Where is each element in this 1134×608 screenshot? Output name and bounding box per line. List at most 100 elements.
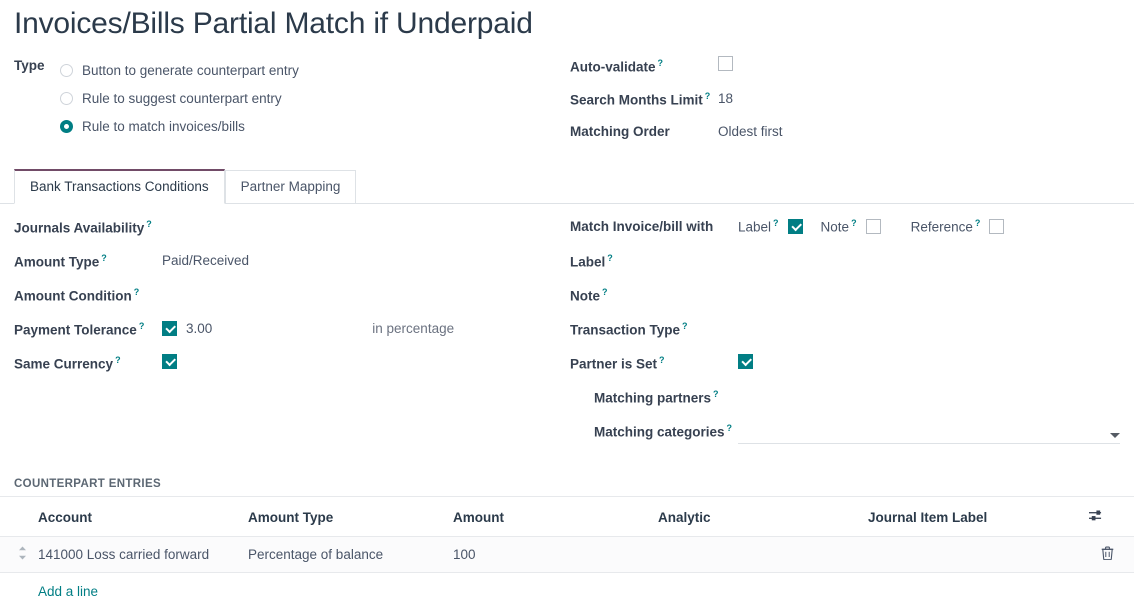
form-column-right: Auto-validate? Search Months Limit? 18 M… — [570, 56, 1134, 155]
table-row[interactable]: 141000 Loss carried forward Percentage o… — [0, 537, 1134, 573]
checkbox-match-label[interactable] — [788, 219, 803, 234]
column-header-account[interactable]: Account — [38, 497, 248, 537]
checkbox-partner-is-set[interactable] — [738, 354, 753, 369]
form-column-left: Type Button to generate counterpart entr… — [0, 56, 570, 155]
radio-option-rule-to-suggest[interactable]: Rule to suggest counterpart entry — [60, 84, 299, 112]
match-with-note-group: Note? — [821, 218, 881, 235]
help-icon[interactable]: ? — [727, 423, 733, 433]
label-text: Journals Availability — [14, 221, 144, 236]
radio-label: Rule to suggest counterpart entry — [82, 91, 282, 106]
help-icon[interactable]: ? — [851, 218, 857, 228]
field-auto-validate: Auto-validate? — [570, 56, 1134, 83]
field-match-invoice-bill-with: Match Invoice/bill with Label? Note? Ref… — [570, 218, 1134, 252]
checkbox-match-reference[interactable] — [989, 219, 1004, 234]
cell-amount[interactable]: 100 — [453, 537, 658, 573]
label-text: Auto-validate — [570, 60, 656, 75]
form-top-section: Type Button to generate counterpart entr… — [0, 42, 1134, 155]
value-payment-tolerance[interactable]: 3.00 — [186, 320, 212, 336]
help-icon[interactable]: ? — [115, 355, 121, 365]
label-text: Payment Tolerance — [14, 323, 137, 338]
column-header-analytic[interactable]: Analytic — [658, 497, 868, 537]
cell-account[interactable]: 141000 Loss carried forward — [38, 537, 248, 573]
cell-drag-handle[interactable] — [0, 537, 38, 573]
label-text: Note — [821, 220, 850, 235]
help-icon[interactable]: ? — [659, 355, 665, 365]
tab-panel-bank-transactions-conditions: Journals Availability? Amount Type? Paid… — [0, 204, 1134, 456]
field-label-label: Label? — [570, 252, 738, 270]
radio-option-button-to-generate[interactable]: Button to generate counterpart entry — [60, 56, 299, 84]
conditions-column-left: Journals Availability? Amount Type? Paid… — [0, 218, 570, 456]
value-search-months-limit[interactable]: 18 — [718, 89, 733, 106]
help-icon[interactable]: ? — [975, 218, 981, 228]
table-header: Account Amount Type Amount Analytic Jour… — [0, 497, 1134, 537]
column-header-journal-item-label[interactable]: Journal Item Label — [868, 497, 1088, 537]
column-header-amount-type[interactable]: Amount Type — [248, 497, 453, 537]
field-label-match-invoice-bill-with: Match Invoice/bill with — [570, 218, 738, 234]
tab-partner-mapping[interactable]: Partner Mapping — [225, 170, 357, 204]
field-matching-partners: Matching partners? — [570, 388, 1134, 422]
checkbox-auto-validate[interactable] — [718, 56, 733, 71]
help-icon[interactable]: ? — [607, 253, 613, 263]
field-label-matching-categories: Matching categories? — [570, 422, 738, 440]
drag-handle-icon[interactable] — [0, 546, 27, 563]
radio-icon-unselected[interactable] — [60, 64, 73, 77]
field-label-same-currency: Same Currency? — [14, 354, 162, 372]
cell-analytic[interactable] — [658, 537, 868, 573]
label-text: Note — [570, 289, 600, 304]
help-icon[interactable]: ? — [101, 253, 107, 263]
label-text: Search Months Limit — [570, 93, 703, 108]
tab-bank-transactions-conditions[interactable]: Bank Transactions Conditions — [14, 169, 225, 204]
column-header-amount[interactable]: Amount — [453, 497, 658, 537]
help-icon[interactable]: ? — [134, 287, 140, 297]
dropdown-matching-categories[interactable] — [738, 422, 1120, 444]
field-label-partner-is-set: Partner is Set? — [570, 354, 738, 372]
help-icon[interactable]: ? — [705, 91, 711, 101]
value-amount-type[interactable]: Paid/Received — [162, 252, 249, 268]
add-a-line-button[interactable]: Add a line — [38, 584, 98, 599]
sliders-icon[interactable] — [1088, 509, 1103, 525]
help-icon[interactable]: ? — [682, 321, 688, 331]
trash-icon[interactable] — [1101, 546, 1114, 563]
help-icon[interactable]: ? — [139, 321, 145, 331]
table-body: 141000 Loss carried forward Percentage o… — [0, 537, 1134, 608]
label-text: Amount Type — [14, 255, 99, 270]
radio-option-rule-to-match[interactable]: Rule to match invoices/bills — [60, 112, 299, 140]
radio-icon-unselected[interactable] — [60, 92, 73, 105]
payment-tolerance-controls: 3.00 — [162, 320, 212, 336]
field-search-months-limit: Search Months Limit? 18 — [570, 89, 1134, 116]
type-radio-group[interactable]: Button to generate counterpart entry Rul… — [60, 56, 299, 140]
field-label: Label? — [570, 252, 1134, 286]
radio-icon-selected[interactable] — [60, 120, 73, 133]
counterpart-entries-section: COUNTERPART ENTRIES Account Amount Type … — [0, 478, 1134, 608]
radio-label: Rule to match invoices/bills — [82, 119, 245, 134]
notebook-tabbar: Bank Transactions Conditions Partner Map… — [0, 171, 1134, 204]
field-same-currency: Same Currency? — [14, 354, 570, 388]
cell-delete-row — [1088, 537, 1134, 573]
field-note: Note? — [570, 286, 1134, 320]
match-with-label-group: Label? — [738, 218, 803, 235]
value-matching-order[interactable]: Oldest first — [718, 122, 783, 139]
field-label-search-months-limit: Search Months Limit? — [570, 89, 718, 108]
chevron-down-icon[interactable] — [1110, 433, 1120, 438]
field-label-amount-type: Amount Type? — [14, 252, 162, 270]
help-icon[interactable]: ? — [713, 389, 719, 399]
help-icon[interactable]: ? — [602, 287, 608, 297]
cell-add-line: Add a line — [38, 573, 1134, 608]
field-journals-availability: Journals Availability? — [14, 218, 570, 252]
field-label-matching-partners: Matching partners? — [570, 388, 738, 406]
cell-journal-item-label[interactable] — [868, 537, 1088, 573]
checkbox-match-note[interactable] — [866, 219, 881, 234]
help-icon[interactable]: ? — [773, 218, 779, 228]
checkbox-payment-tolerance[interactable] — [162, 321, 177, 336]
checkbox-same-currency[interactable] — [162, 354, 177, 369]
field-matching-categories: Matching categories? — [570, 422, 1134, 456]
label-text: Label — [570, 255, 605, 270]
help-icon[interactable]: ? — [658, 58, 664, 68]
label-text: Amount Condition — [14, 289, 132, 304]
cell-amount-type[interactable]: Percentage of balance — [248, 537, 453, 573]
field-amount-condition: Amount Condition? — [14, 286, 570, 320]
label-text: Reference — [911, 220, 973, 235]
sub-label-reference: Reference? — [911, 218, 981, 235]
help-icon[interactable]: ? — [146, 219, 152, 229]
section-title-counterpart-entries: COUNTERPART ENTRIES — [0, 478, 1134, 497]
